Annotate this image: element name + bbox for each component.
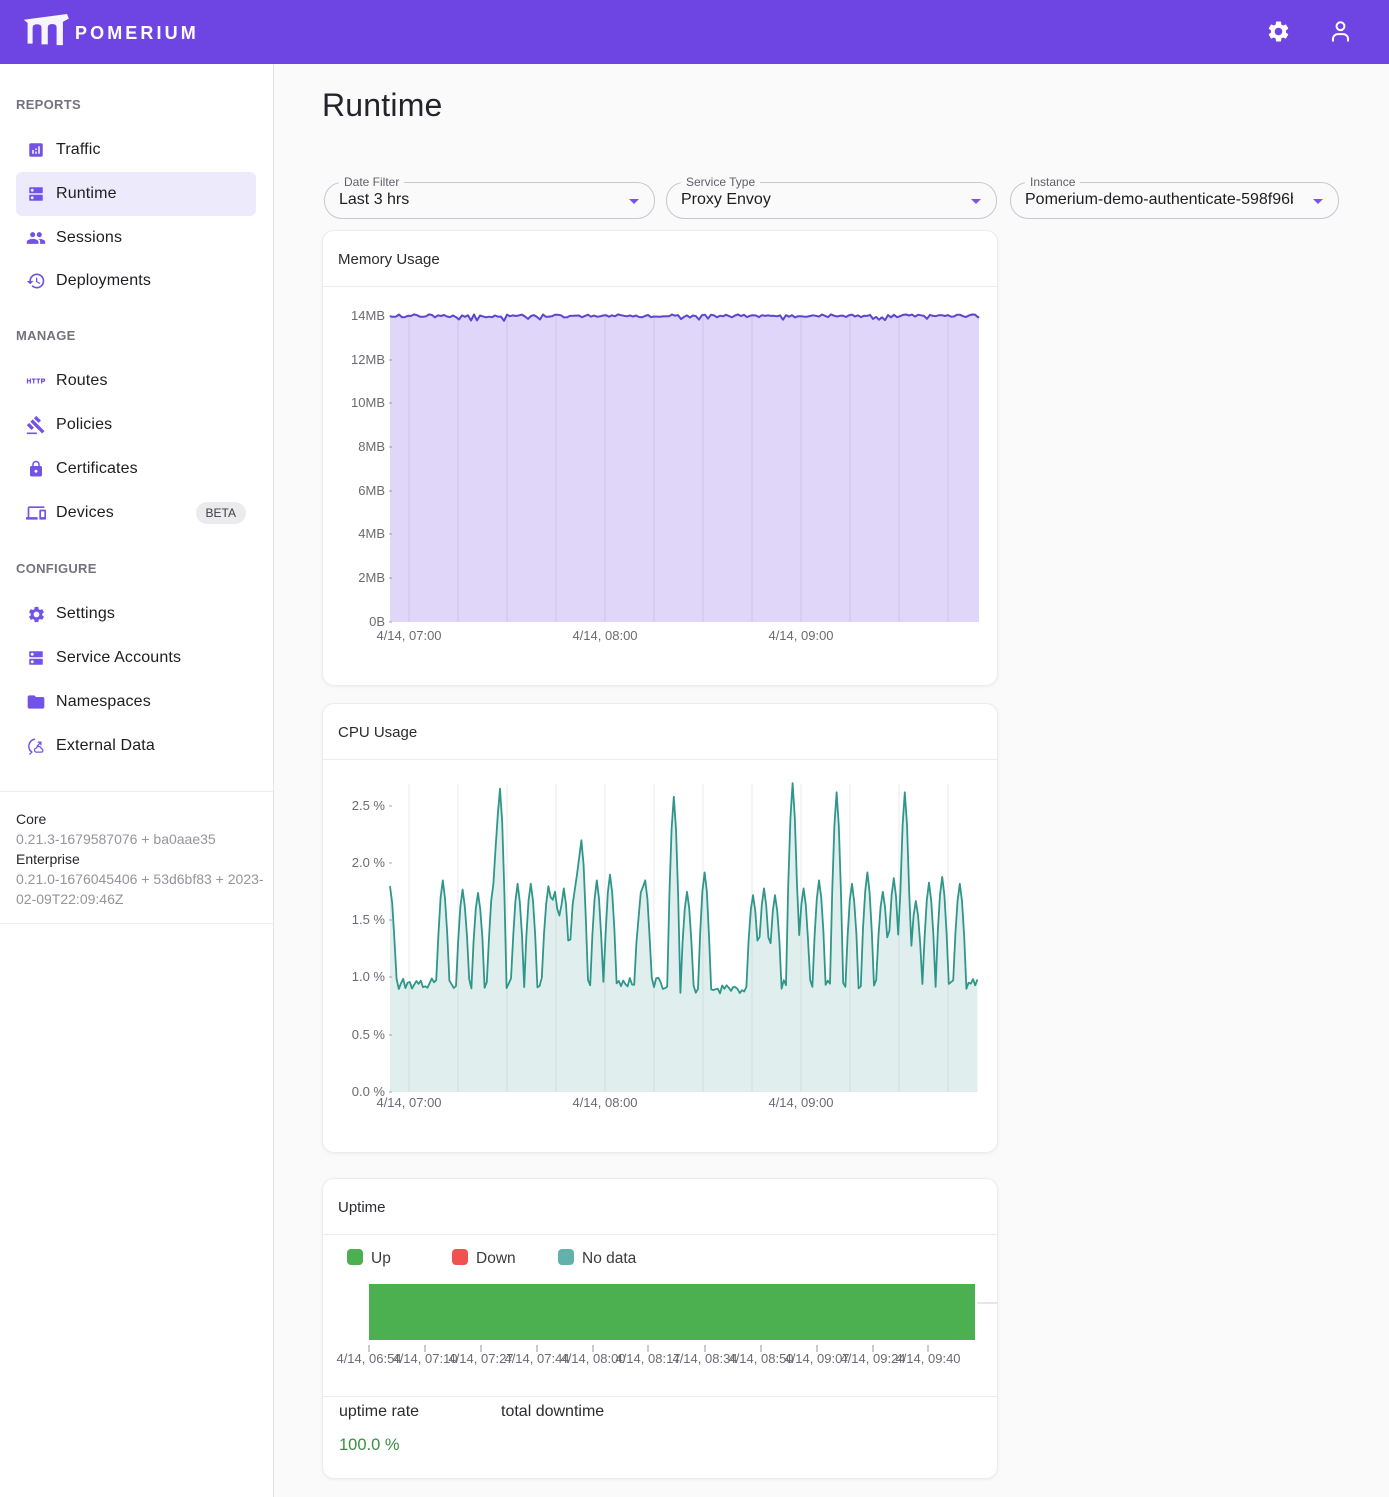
svg-text:4/14, 07:00: 4/14, 07:00 <box>376 628 441 643</box>
svg-text:4MB: 4MB <box>358 526 385 541</box>
svg-text:12MB: 12MB <box>351 352 385 367</box>
svg-text:4/14, 08:00: 4/14, 08:00 <box>572 628 637 643</box>
svg-text:4/14, 09:40: 4/14, 09:40 <box>895 1351 960 1366</box>
svg-text:4/14, 08:17: 4/14, 08:17 <box>615 1351 680 1366</box>
svg-text:4/14, 08:00: 4/14, 08:00 <box>572 1095 637 1110</box>
svg-text:1.0 %: 1.0 % <box>352 969 386 984</box>
svg-text:4/14, 07:00: 4/14, 07:00 <box>376 1095 441 1110</box>
svg-text:4/14, 09:00: 4/14, 09:00 <box>768 628 833 643</box>
svg-text:14MB: 14MB <box>351 308 385 323</box>
svg-text:10MB: 10MB <box>351 395 385 410</box>
svg-text:6MB: 6MB <box>358 483 385 498</box>
svg-text:8MB: 8MB <box>358 439 385 454</box>
svg-text:0B: 0B <box>369 614 385 629</box>
svg-text:0.5 %: 0.5 % <box>352 1027 386 1042</box>
svg-text:2MB: 2MB <box>358 570 385 585</box>
svg-text:4/14, 09:00: 4/14, 09:00 <box>768 1095 833 1110</box>
svg-text:2.5 %: 2.5 % <box>352 798 386 813</box>
svg-text:2.0 %: 2.0 % <box>352 855 386 870</box>
svg-text:1.5 %: 1.5 % <box>352 912 386 927</box>
